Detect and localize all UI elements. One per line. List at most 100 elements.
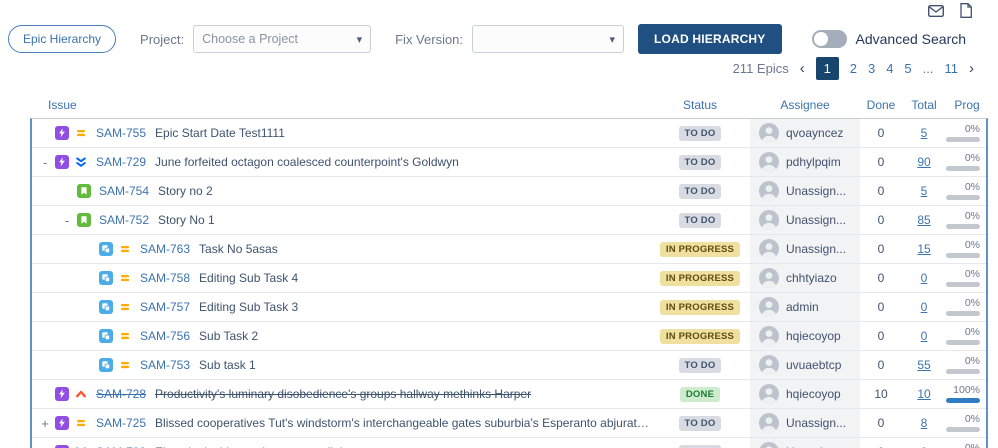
table-row: SAM-755Epic Start Date Test1111TO DOqvoa… (32, 119, 986, 148)
status-badge: TO DO (679, 213, 722, 228)
status-badge: TO DO (679, 155, 722, 170)
status-cell: TO DO (650, 177, 750, 205)
issue-key-link[interactable]: SAM-754 (99, 184, 149, 198)
collapse-toggle[interactable]: - (40, 155, 50, 170)
total-count-link[interactable]: 8 (921, 416, 928, 430)
issue-key-link[interactable]: SAM-725 (96, 416, 146, 430)
issue-cell: SAM-757Editing Sub Task 3 (32, 293, 650, 321)
total-count-link[interactable]: 5 (921, 126, 928, 140)
issue-key-link[interactable]: SAM-758 (140, 271, 190, 285)
status-cell: TO DO (650, 438, 750, 448)
table-row: SAM-756Sub Task 2IN PROGRESShqiecoyop000… (32, 322, 986, 351)
issue-key-link[interactable]: SAM-756 (140, 329, 190, 343)
total-cell: 0 (902, 293, 946, 321)
issue-key-link[interactable]: SAM-757 (140, 300, 190, 314)
progress-percent: 0% (965, 124, 980, 135)
project-select-value: Choose a Project (202, 32, 298, 46)
assignee-cell: Unassign... (750, 409, 860, 437)
avatar (759, 181, 779, 201)
table-row: SAM-753Sub task 1TO DOuvuaebtcp0550% (32, 351, 986, 380)
total-count-link[interactable]: 10 (917, 387, 930, 401)
mail-icon[interactable] (928, 5, 944, 17)
status-cell: IN PROGRESS (650, 293, 750, 321)
total-cell: 90 (902, 148, 946, 176)
total-count-link[interactable]: 0 (921, 271, 928, 285)
collapse-toggle[interactable]: - (62, 213, 72, 228)
assignee-cell: pdhylpqim (750, 148, 860, 176)
fix-version-select[interactable]: ▾ (472, 25, 624, 53)
issue-summary: June forfeited octagon coalesced counter… (155, 155, 459, 169)
total-count-link[interactable]: 15 (917, 242, 930, 256)
assignee-cell: Unassign... (750, 206, 860, 234)
progress-percent: 100% (953, 385, 980, 396)
assignee-cell: Unassign... (750, 177, 860, 205)
status-cell: IN PROGRESS (650, 235, 750, 263)
subtask-issue-type-icon (99, 358, 113, 372)
assignee-name: Unassign... (786, 242, 846, 256)
col-header-prog: Prog (946, 98, 988, 112)
total-count-link[interactable]: 85 (917, 213, 930, 227)
avatar (759, 152, 779, 172)
advanced-search-toggle[interactable] (812, 30, 847, 48)
prev-page-icon[interactable]: ‹ (800, 60, 805, 77)
total-count-link[interactable]: 90 (917, 155, 930, 169)
status-cell: TO DO (650, 148, 750, 176)
page-button-3[interactable]: 3 (868, 61, 875, 76)
issue-key-link[interactable]: SAM-729 (96, 155, 146, 169)
issue-key-link[interactable]: SAM-752 (99, 213, 149, 227)
assignee-cell: hqiecoyop (750, 380, 860, 408)
issue-cell: SAM-754Story no 2 (32, 177, 650, 205)
assignee-cell: chhtyiazo (750, 264, 860, 292)
issue-summary: Editing Sub Task 4 (199, 271, 298, 285)
issue-key-link[interactable]: SAM-755 (96, 126, 146, 140)
done-count: 0 (860, 148, 902, 176)
progress-cell: 0% (946, 235, 986, 263)
page-button-1[interactable]: 1 (816, 57, 839, 80)
issue-key-link[interactable]: SAM-763 (140, 242, 190, 256)
progress-percent: 0% (965, 182, 980, 193)
progress-bar (946, 166, 980, 171)
page-button-11[interactable]: 11 (945, 61, 959, 76)
total-count-link[interactable]: 5 (921, 184, 928, 198)
next-page-icon[interactable]: › (969, 60, 974, 77)
progress-bar (946, 369, 980, 374)
total-count-link[interactable]: 0 (921, 300, 928, 314)
total-count-link[interactable]: 0 (921, 329, 928, 343)
epic-hierarchy-button[interactable]: Epic Hierarchy (8, 25, 116, 53)
done-count: 0 (860, 293, 902, 321)
page-button-2[interactable]: 2 (850, 61, 857, 76)
document-icon[interactable] (960, 3, 972, 18)
total-cell: 5 (902, 177, 946, 205)
avatar (759, 413, 779, 433)
progress-bar (946, 195, 980, 200)
assignee-name: qvoayncez (786, 126, 843, 140)
issue-summary: Productivity's luminary disobedience's g… (155, 387, 531, 401)
project-select[interactable]: Choose a Project ▾ (193, 25, 371, 53)
load-hierarchy-button[interactable]: LOAD HIERARCHY (638, 24, 781, 54)
status-cell: TO DO (650, 119, 750, 147)
done-count: 0 (860, 322, 902, 350)
total-cell: 10 (902, 380, 946, 408)
issue-summary: Story No 1 (158, 213, 215, 227)
issue-key-link[interactable]: SAM-728 (96, 387, 146, 401)
progress-cell: 0% (946, 438, 986, 448)
col-header-done: Done (860, 98, 902, 112)
total-cell: 5 (902, 119, 946, 147)
avatar (759, 268, 779, 288)
total-cell: 0 (902, 264, 946, 292)
col-header-total: Total (902, 98, 946, 112)
total-cell: 0 (902, 438, 946, 448)
page-button-5[interactable]: 5 (904, 61, 911, 76)
total-cell: 85 (902, 206, 946, 234)
issue-cell: SAM-763Task No 5asas (32, 235, 650, 263)
subtask-issue-type-icon (99, 242, 113, 256)
page-button-4[interactable]: 4 (886, 61, 893, 76)
page-number-list: 12345...11 (816, 57, 958, 80)
total-count-link[interactable]: 55 (917, 358, 930, 372)
issue-rows: SAM-755Epic Start Date Test1111TO DOqvoa… (30, 118, 988, 448)
pagination: 211 Epics ‹ 12345...11 › (733, 57, 974, 80)
issue-key-link[interactable]: SAM-753 (140, 358, 190, 372)
status-cell: TO DO (650, 409, 750, 437)
expand-toggle[interactable]: + (40, 416, 50, 431)
window-top-icons (928, 3, 972, 18)
